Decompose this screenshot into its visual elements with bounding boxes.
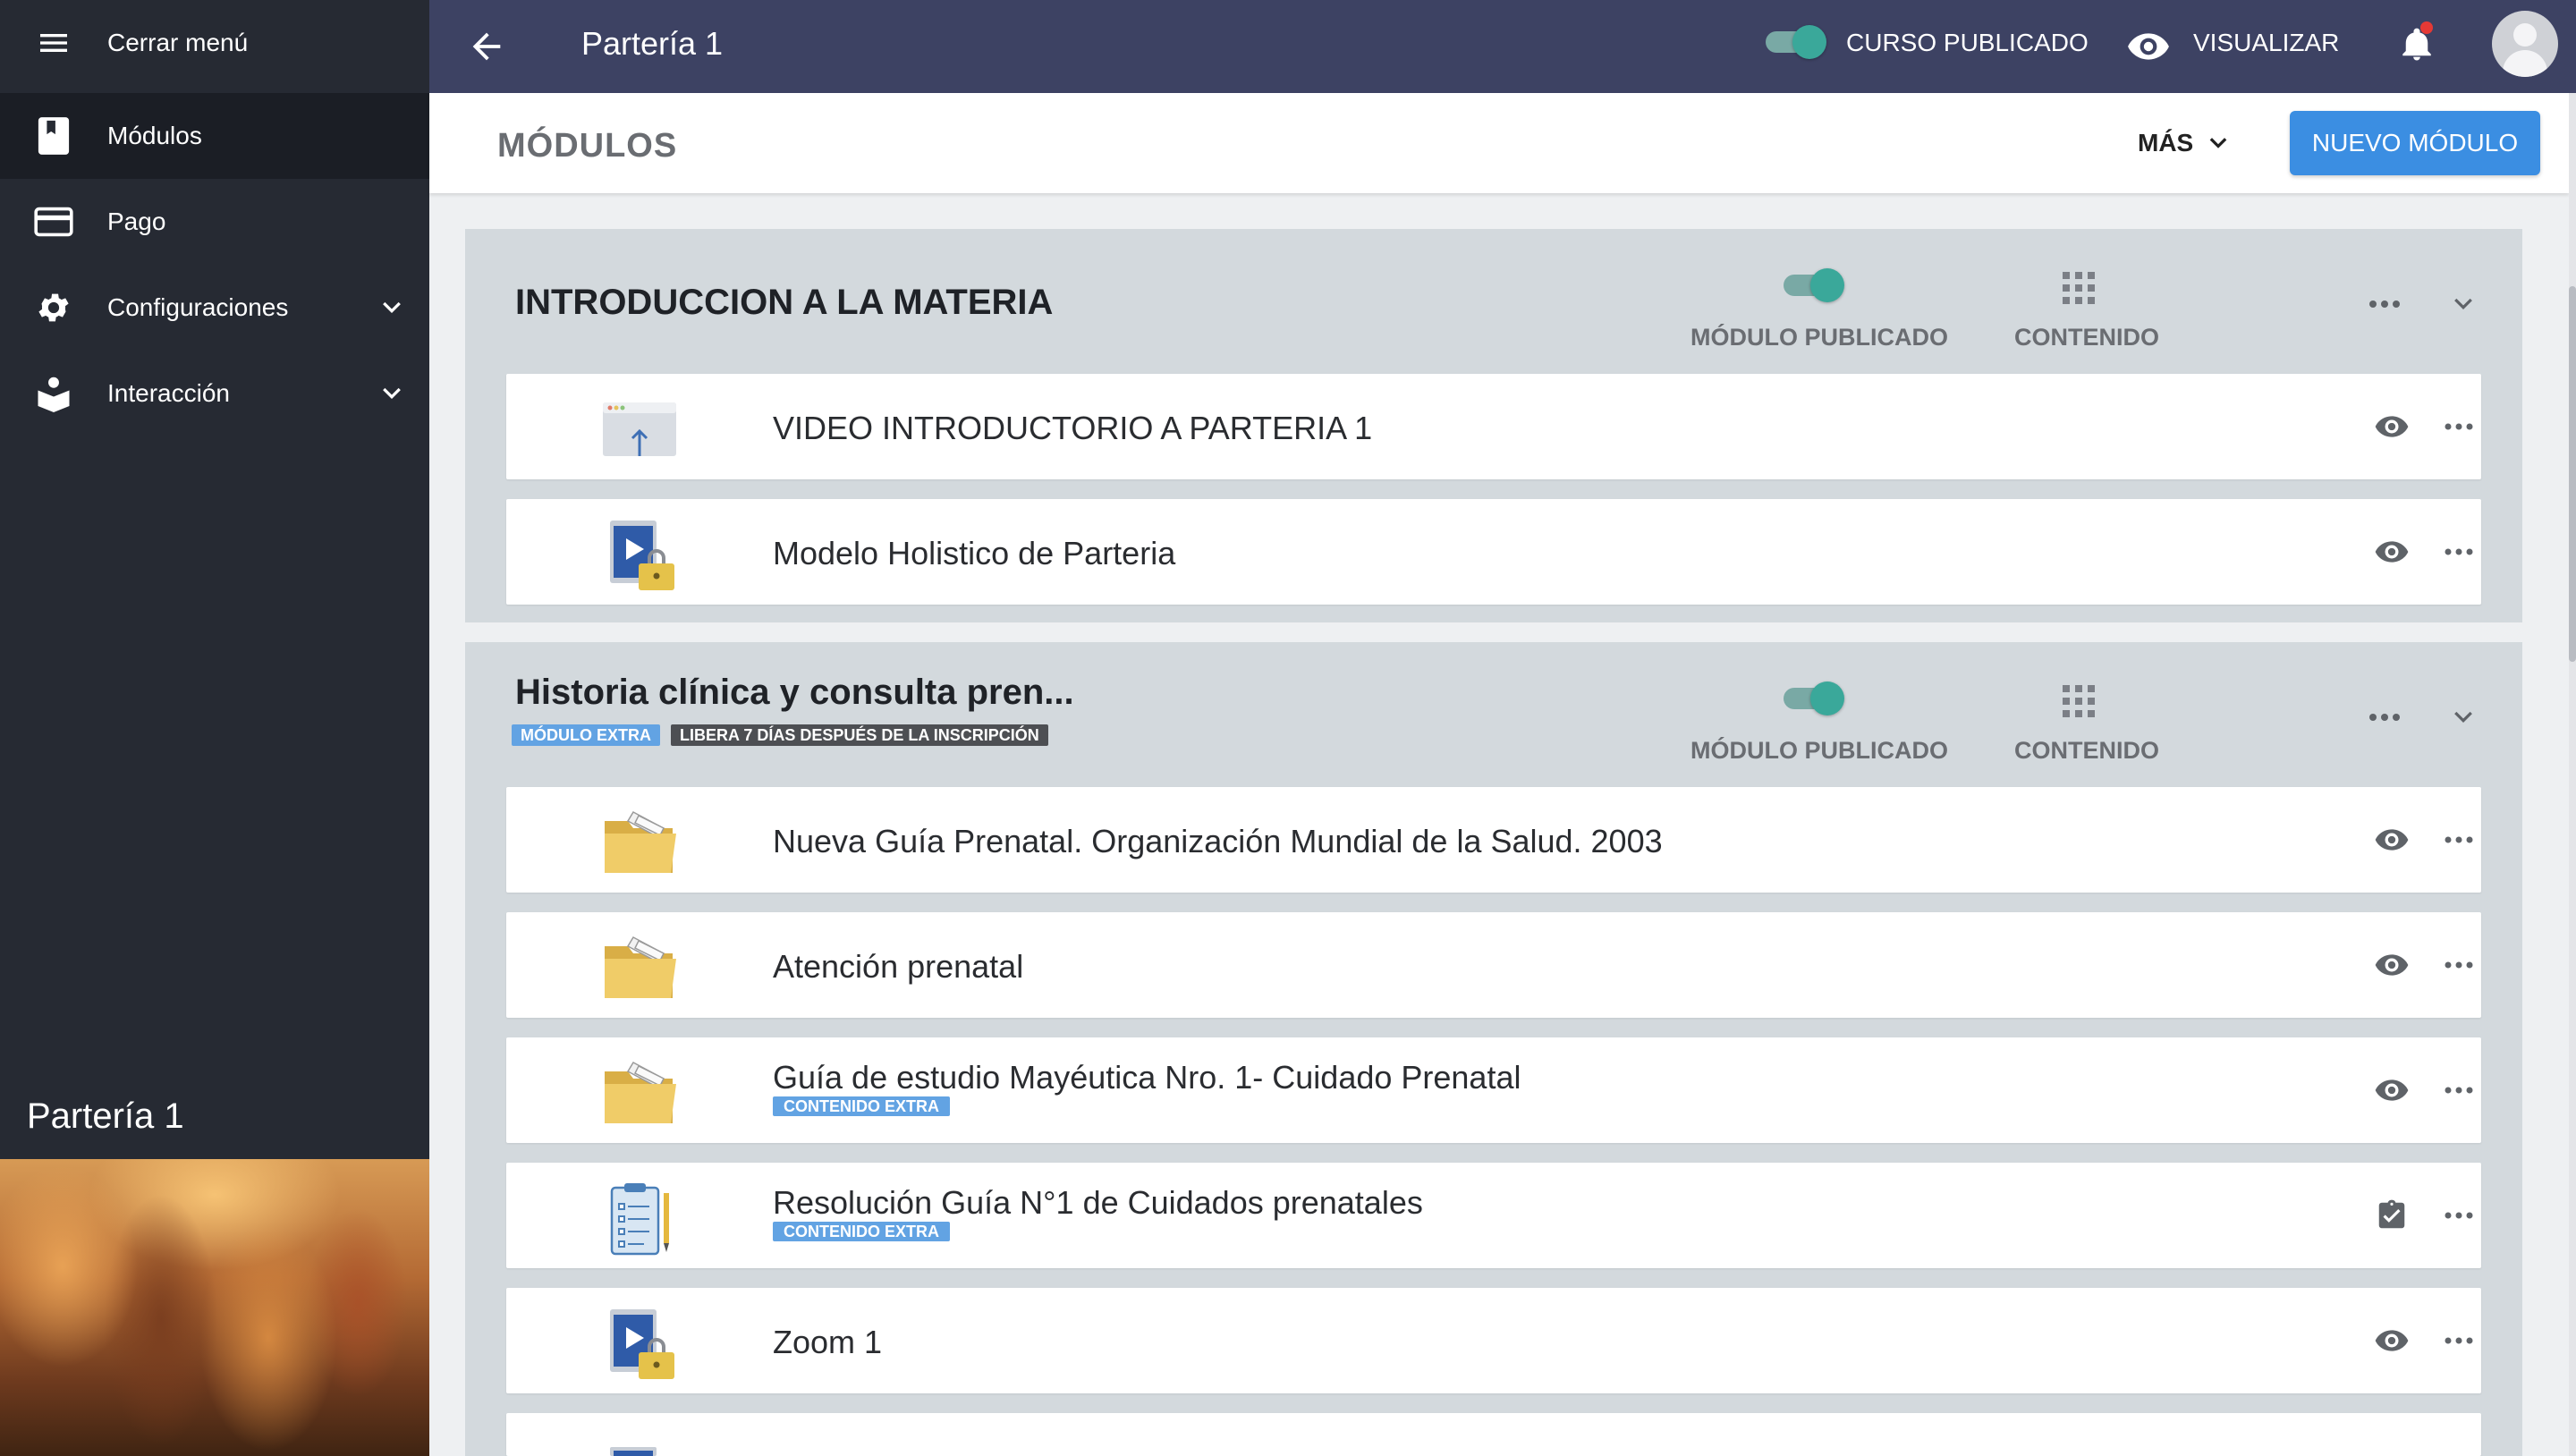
content-item-title: Zoom 1: [773, 1324, 883, 1360]
credit-card-icon: [34, 202, 73, 241]
content-item[interactable]: VIDEO INTRODUCTORIO A PARTERIA 1: [506, 374, 2481, 479]
content-item-title: Modelo Holistico de Parteria: [773, 535, 1176, 571]
grid-icon[interactable]: [2063, 272, 2095, 304]
module-card: INTRODUCCION A LA MATERIA MÓDULO PUBLICA…: [465, 229, 2522, 622]
clipboard-icon: [610, 1183, 669, 1256]
avatar[interactable]: [2492, 11, 2558, 77]
folder-icon: [605, 811, 676, 873]
module-published-label: MÓDULO PUBLICADO: [1690, 324, 1948, 351]
hamburger-menu-icon: [34, 23, 73, 63]
more-options-icon[interactable]: [2444, 957, 2474, 973]
module-badges: MÓDULO EXTRA LIBERA 7 DÍAS DESPUÉS DE LA…: [512, 724, 1059, 746]
eye-icon[interactable]: [2374, 1325, 2410, 1357]
content-item-title: Atención prenatal: [773, 948, 1024, 985]
more-options-icon[interactable]: [2444, 1082, 2474, 1098]
interaction-icon: [34, 374, 73, 413]
new-module-button[interactable]: NUEVO MÓDULO: [2290, 111, 2540, 175]
course-published-label: CURSO PUBLICADO: [1846, 29, 2089, 56]
visualize-button[interactable]: VISUALIZAR: [2193, 29, 2339, 57]
course-name: Partería 1: [27, 1096, 184, 1136]
more-options-icon[interactable]: [2444, 1333, 2474, 1349]
assignment-check-icon[interactable]: [2374, 1199, 2410, 1232]
chevron-down-icon: [2209, 138, 2227, 148]
notification-dot: [2420, 21, 2433, 34]
module-title[interactable]: INTRODUCCION A LA MATERIA: [515, 283, 1053, 323]
content-item[interactable]: [506, 1413, 2481, 1456]
scrollbar[interactable]: [2569, 93, 2576, 1456]
gear-icon: [34, 288, 73, 327]
release-schedule-badge: LIBERA 7 DÍAS DESPUÉS DE LA INSCRIPCIÓN: [671, 724, 1048, 746]
content-item-title: Guía de estudio Mayéutica Nro. 1- Cuidad…: [773, 1059, 1521, 1096]
extra-content-badge: CONTENIDO EXTRA: [773, 1096, 951, 1116]
content-item[interactable]: Guía de estudio Mayéutica Nro. 1- Cuidad…: [506, 1037, 2481, 1143]
chevron-down-icon: [374, 376, 410, 411]
module-content-label[interactable]: CONTENIDO: [2014, 324, 2159, 351]
module-title[interactable]: Historia clínica y consulta pren...: [515, 673, 1074, 713]
eye-icon[interactable]: [2374, 824, 2410, 856]
eye-icon[interactable]: [2374, 536, 2410, 568]
more-dropdown[interactable]: MÁS: [2138, 129, 2231, 157]
content-item[interactable]: Nueva Guía Prenatal. Organización Mundia…: [506, 787, 2481, 893]
content-item-title: Nueva Guía Prenatal. Organización Mundia…: [773, 823, 1663, 859]
eye-icon[interactable]: [2123, 21, 2174, 72]
grid-icon[interactable]: [2063, 685, 2095, 717]
content-item[interactable]: Resolución Guía N°1 de Cuidados prenatal…: [506, 1163, 2481, 1268]
sidebar-item-interaccion[interactable]: Interacción: [0, 351, 429, 436]
locked-video-icon: [610, 521, 674, 590]
more-options-icon[interactable]: [2367, 708, 2402, 726]
sidebar-item-label: Interacción: [107, 379, 230, 407]
chevron-down-icon[interactable]: [2447, 288, 2479, 320]
eye-icon[interactable]: [2374, 949, 2410, 981]
sidebar-item-label: Configuraciones: [107, 293, 289, 321]
more-label: MÁS: [2138, 129, 2194, 157]
module-published-toggle[interactable]: [1784, 681, 1846, 715]
content-item-title: Resolución Guía N°1 de Cuidados prenatal…: [773, 1184, 1423, 1221]
more-options-icon[interactable]: [2444, 832, 2474, 848]
module-card: Historia clínica y consulta pren... MÓDU…: [465, 642, 2522, 1456]
content-item[interactable]: Zoom 1: [506, 1288, 2481, 1393]
more-options-icon[interactable]: [2367, 295, 2402, 313]
folder-icon: [605, 1062, 676, 1123]
course-cover-image: [0, 1159, 429, 1456]
chevron-down-icon[interactable]: [2447, 701, 2479, 733]
extra-module-badge: MÓDULO EXTRA: [512, 724, 660, 746]
sidebar-item-modulos[interactable]: Módulos: [0, 93, 429, 179]
book-icon: [34, 116, 73, 156]
sidebar-item-label: Pago: [107, 207, 166, 235]
locked-video-icon: [610, 1309, 674, 1379]
content-item[interactable]: Atención prenatal: [506, 912, 2481, 1018]
modules-header: MÓDULOS MÁS NUEVO MÓDULO: [429, 93, 2569, 193]
close-menu-label: Cerrar menú: [107, 29, 249, 56]
module-content-label[interactable]: CONTENIDO: [2014, 737, 2159, 765]
course-published-toggle[interactable]: [1766, 25, 1828, 59]
course-title: Partería 1: [581, 25, 724, 62]
folder-icon: [605, 936, 676, 998]
content-item-title: VIDEO INTRODUCTORIO A PARTERIA 1: [773, 410, 1373, 446]
more-options-icon[interactable]: [2444, 544, 2474, 560]
top-bar: Partería 1 CURSO PUBLICADO VISUALIZAR: [429, 0, 2576, 93]
locked-video-icon: [610, 1447, 657, 1456]
upload-window-icon: [603, 402, 676, 456]
more-options-icon[interactable]: [2444, 419, 2474, 435]
sidebar-item-configuraciones[interactable]: Configuraciones: [0, 265, 429, 351]
module-published-toggle[interactable]: [1784, 268, 1846, 302]
page-title: MÓDULOS: [497, 127, 678, 165]
chevron-down-icon: [374, 290, 410, 326]
eye-icon[interactable]: [2374, 411, 2410, 443]
sidebar: Cerrar menú Módulos Pago Configuraciones…: [0, 0, 429, 1456]
back-arrow-icon[interactable]: [463, 23, 510, 70]
module-published-label: MÓDULO PUBLICADO: [1690, 737, 1948, 764]
close-menu-button[interactable]: Cerrar menú: [0, 0, 429, 86]
more-options-icon[interactable]: [2444, 1207, 2474, 1223]
content-item[interactable]: Modelo Holistico de Parteria: [506, 499, 2481, 605]
bell-icon[interactable]: [2394, 21, 2440, 68]
sidebar-item-pago[interactable]: Pago: [0, 179, 429, 265]
eye-icon[interactable]: [2374, 1074, 2410, 1106]
sidebar-item-label: Módulos: [107, 122, 202, 149]
extra-content-badge: CONTENIDO EXTRA: [773, 1222, 951, 1241]
